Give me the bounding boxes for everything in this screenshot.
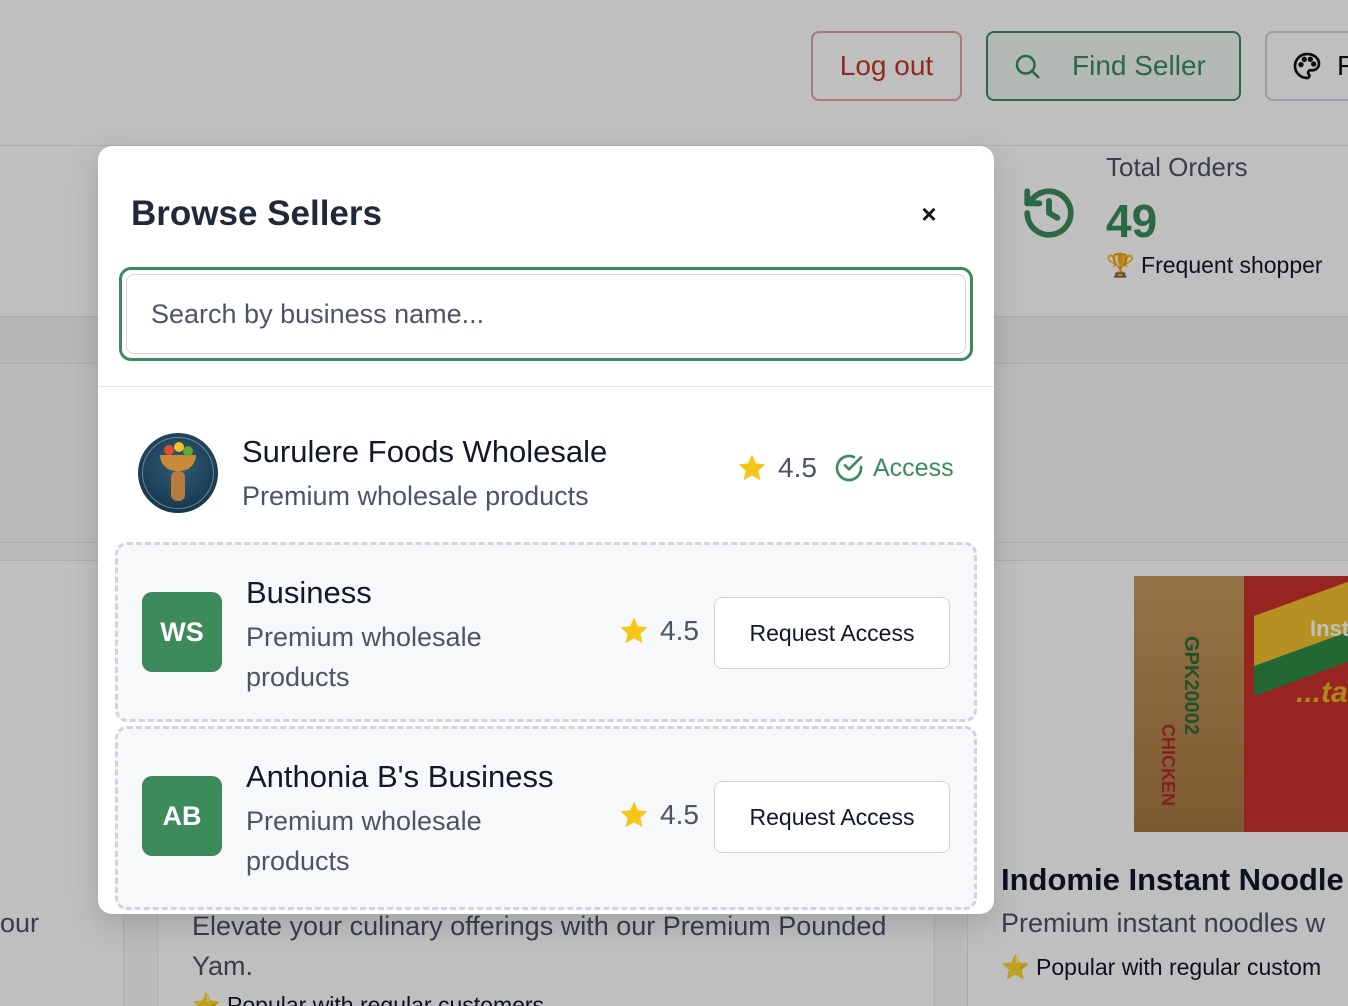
seller-rating: 4.5 (618, 615, 699, 647)
request-access-button[interactable]: Request Access (714, 781, 950, 853)
seller-rating: 4.5 (618, 799, 699, 831)
seller-name: Business (246, 575, 372, 610)
search-input[interactable] (126, 274, 966, 354)
modal-title: Browse Sellers (131, 194, 382, 233)
star-icon (738, 454, 766, 481)
check-circle-icon (835, 454, 863, 482)
close-icon[interactable]: × (916, 201, 942, 227)
seller-name: Anthonia B's Business (246, 759, 554, 794)
search-field-wrapper (119, 267, 973, 361)
request-access-button[interactable]: Request Access (714, 597, 950, 669)
seller-rating: 4.5 (736, 452, 817, 484)
seller-avatar: WS (142, 592, 222, 672)
seller-item[interactable]: Surulere Foods Wholesale Premium wholesa… (98, 412, 994, 532)
access-label: Access (873, 453, 954, 482)
star-icon (620, 801, 648, 828)
seller-logo (138, 433, 218, 513)
access-status: Access (833, 452, 954, 484)
rating-value: 4.5 (660, 799, 699, 830)
seller-description: Premium wholesale products (246, 806, 482, 876)
star-icon (620, 617, 648, 644)
seller-description: Premium wholesale products (246, 622, 482, 692)
seller-item[interactable]: AB Anthonia B's Business Premium wholesa… (115, 726, 977, 910)
seller-name: Surulere Foods Wholesale (242, 434, 608, 469)
rating-value: 4.5 (778, 452, 817, 483)
seller-avatar: AB (142, 776, 222, 856)
seller-item[interactable]: WS Business Premium wholesale products 4… (115, 542, 977, 722)
rating-value: 4.5 (660, 615, 699, 646)
seller-description: Premium wholesale products (242, 481, 589, 511)
modal-divider (98, 386, 994, 387)
browse-sellers-modal: Browse Sellers × Surulere Foods Wholesal… (98, 146, 994, 914)
